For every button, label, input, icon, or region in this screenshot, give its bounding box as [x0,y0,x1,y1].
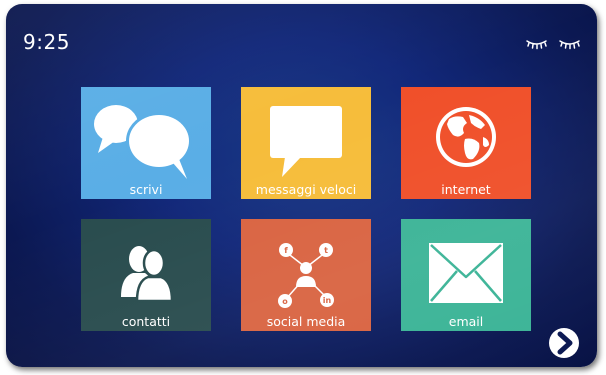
svg-text:in: in [323,296,332,305]
tile-label: internet [441,182,491,197]
tile-label: scrivi [129,182,163,197]
tile-internet[interactable]: internet [401,87,531,199]
tile-messaggi-veloci[interactable]: messaggi veloci [241,87,371,199]
tile-contatti[interactable]: contatti [81,219,211,331]
status-time: 9:25 [23,30,70,54]
tile-label: contatti [121,314,171,329]
tile-label: messaggi veloci [255,182,357,197]
svg-text:t: t [324,246,328,255]
svg-text:o: o [282,297,288,306]
tile-social-media[interactable]: f t o in social media [241,219,371,331]
tile-label: email [448,314,484,329]
tile-scrivi[interactable]: scrivi [81,87,211,199]
tile-email[interactable]: email [401,219,531,331]
chevron-right-icon[interactable] [548,326,580,360]
tile-label: social media [266,314,346,329]
tablet-screen: 9:25 scrivi messaggi veloci internet con… [6,4,597,367]
closed-eyes-icon[interactable] [525,37,583,51]
svg-text:f: f [284,246,288,255]
